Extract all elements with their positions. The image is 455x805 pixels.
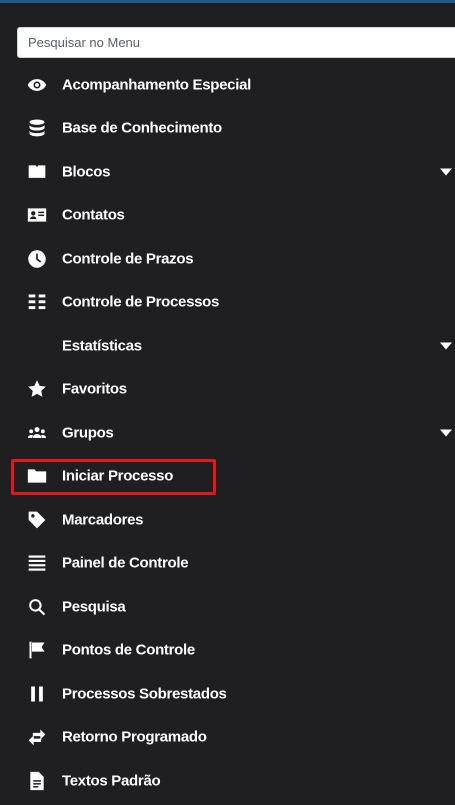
menu-item-pontos-de-controle[interactable]: Pontos de Controle <box>0 629 455 673</box>
file-text-icon <box>26 770 48 792</box>
menu-item-marcadores[interactable]: Marcadores <box>0 498 455 542</box>
menu-item-label: Estatísticas <box>62 337 142 355</box>
tag-icon <box>26 509 48 531</box>
menu-item-blocos[interactable]: Blocos <box>0 150 455 194</box>
menu-item-label: Blocos <box>62 163 111 181</box>
eye-icon <box>26 74 48 96</box>
menu-item-label: Pesquisa <box>62 598 126 616</box>
menu-item-controle-de-prazos[interactable]: Controle de Prazos <box>0 237 455 281</box>
menu-item-grupos[interactable]: Grupos <box>0 411 455 455</box>
menu-item-favoritos[interactable]: Favoritos <box>0 368 455 412</box>
menu-item-label: Favoritos <box>62 380 127 398</box>
exchange-icon <box>26 726 48 748</box>
chevron-down-icon[interactable] <box>440 168 452 176</box>
contact-card-icon <box>26 204 48 226</box>
menu-item-label: Processos Sobrestados <box>62 685 227 703</box>
menu-item-contatos[interactable]: Contatos <box>0 194 455 238</box>
book-open-icon <box>26 161 48 183</box>
menu-item-processos-sobrestados[interactable]: Processos Sobrestados <box>0 672 455 716</box>
menu-item-label: Iniciar Processo <box>62 467 174 485</box>
side-menu: Acompanhamento Especial Base de Conhecim… <box>0 0 455 805</box>
search-icon <box>26 596 48 618</box>
menu-item-label: Base de Conhecimento <box>62 119 222 137</box>
menu-item-base-de-conhecimento[interactable]: Base de Conhecimento <box>0 107 455 151</box>
menu-search-input[interactable] <box>17 27 455 58</box>
list-columns-icon <box>26 291 48 313</box>
menu-item-estatisticas[interactable]: Estatísticas <box>0 324 455 368</box>
menu-item-label: Textos Padrão <box>62 772 161 790</box>
menu-item-controle-de-processos[interactable]: Controle de Processos <box>0 281 455 325</box>
flag-icon <box>26 639 48 661</box>
menu-item-pesquisa[interactable]: Pesquisa <box>0 585 455 629</box>
menu-item-label: Painel de Controle <box>62 554 189 572</box>
menu-item-acompanhamento-especial[interactable]: Acompanhamento Especial <box>0 63 455 107</box>
menu-item-label: Controle de Prazos <box>62 250 194 268</box>
menu-list: Acompanhamento Especial Base de Conhecim… <box>0 63 455 803</box>
menu-item-painel-de-controle[interactable]: Painel de Controle <box>0 542 455 586</box>
star-icon <box>26 378 48 400</box>
menu-item-textos-padrao[interactable]: Textos Padrão <box>0 759 455 803</box>
database-icon <box>26 117 48 139</box>
chevron-down-icon[interactable] <box>440 429 452 437</box>
menu-item-iniciar-processo[interactable]: Iniciar Processo <box>0 455 455 499</box>
menu-item-label: Pontos de Controle <box>62 641 195 659</box>
pause-icon <box>26 683 48 705</box>
menu-item-label: Acompanhamento Especial <box>62 76 251 94</box>
clock-icon <box>26 248 48 270</box>
bars-icon <box>26 552 48 574</box>
menu-item-label: Marcadores <box>62 511 144 529</box>
chevron-down-icon[interactable] <box>440 342 452 350</box>
menu-item-label: Retorno Programado <box>62 728 207 746</box>
menu-item-label: Controle de Processos <box>62 293 220 311</box>
users-icon <box>26 422 48 444</box>
menu-item-retorno-programado[interactable]: Retorno Programado <box>0 716 455 760</box>
menu-item-label: Contatos <box>62 206 125 224</box>
folder-icon <box>26 465 48 487</box>
menu-item-label: Grupos <box>62 424 114 442</box>
